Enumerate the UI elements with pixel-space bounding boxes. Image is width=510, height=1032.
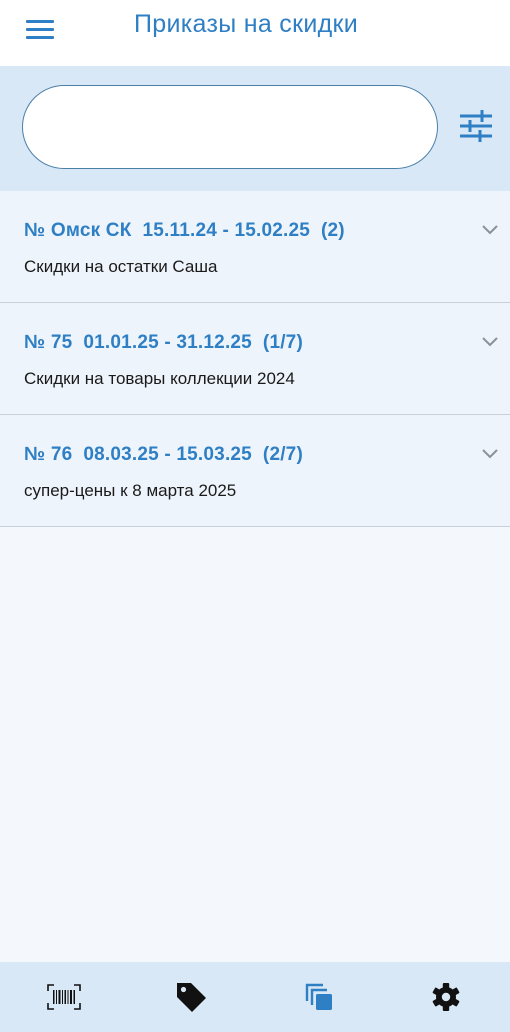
order-item-76[interactable]: № 76 08.03.25 - 15.03.25 (2/7) супер-цен… (0, 415, 510, 527)
chevron-down-icon[interactable] (480, 335, 500, 349)
order-description: Скидки на товары коллекции 2024 (24, 369, 295, 388)
nav-scan[interactable] (0, 962, 128, 1032)
order-description: супер-цены к 8 марта 2025 (24, 481, 237, 500)
barcode-scanner-icon (46, 984, 81, 1010)
chevron-down-icon[interactable] (480, 223, 500, 237)
chevron-down-icon[interactable] (480, 447, 500, 461)
search-bar (0, 66, 510, 191)
order-item-75[interactable]: № 75 01.01.25 - 31.12.25 (1/7) Скидки на… (0, 303, 510, 415)
order-title: № 75 01.01.25 - 31.12.25 (1/7) (24, 332, 303, 353)
nav-orders[interactable] (255, 962, 383, 1032)
order-description: Скидки на остатки Саша (24, 257, 218, 276)
copy-stack-icon (305, 983, 332, 1010)
bottom-nav (0, 962, 510, 1032)
filter-sliders-icon[interactable] (456, 106, 496, 146)
order-item-omsk[interactable]: № Омск СК 15.11.24 - 15.02.25 (2) Скидки… (0, 191, 510, 303)
page-title: Приказы на скидки (134, 10, 358, 38)
nav-tags[interactable] (128, 962, 256, 1032)
app-header: Приказы на скидки (0, 0, 510, 66)
orders-list: № Омск СК 15.11.24 - 15.02.25 (2) Скидки… (0, 191, 510, 527)
order-title: № 76 08.03.25 - 15.03.25 (2/7) (24, 444, 303, 465)
search-input[interactable] (22, 85, 438, 169)
settings-gear-icon (432, 983, 460, 1011)
nav-settings[interactable] (383, 962, 510, 1032)
order-title: № Омск СК 15.11.24 - 15.02.25 (2) (24, 220, 345, 241)
price-tag-icon (177, 983, 207, 1012)
menu-icon[interactable] (26, 14, 60, 44)
